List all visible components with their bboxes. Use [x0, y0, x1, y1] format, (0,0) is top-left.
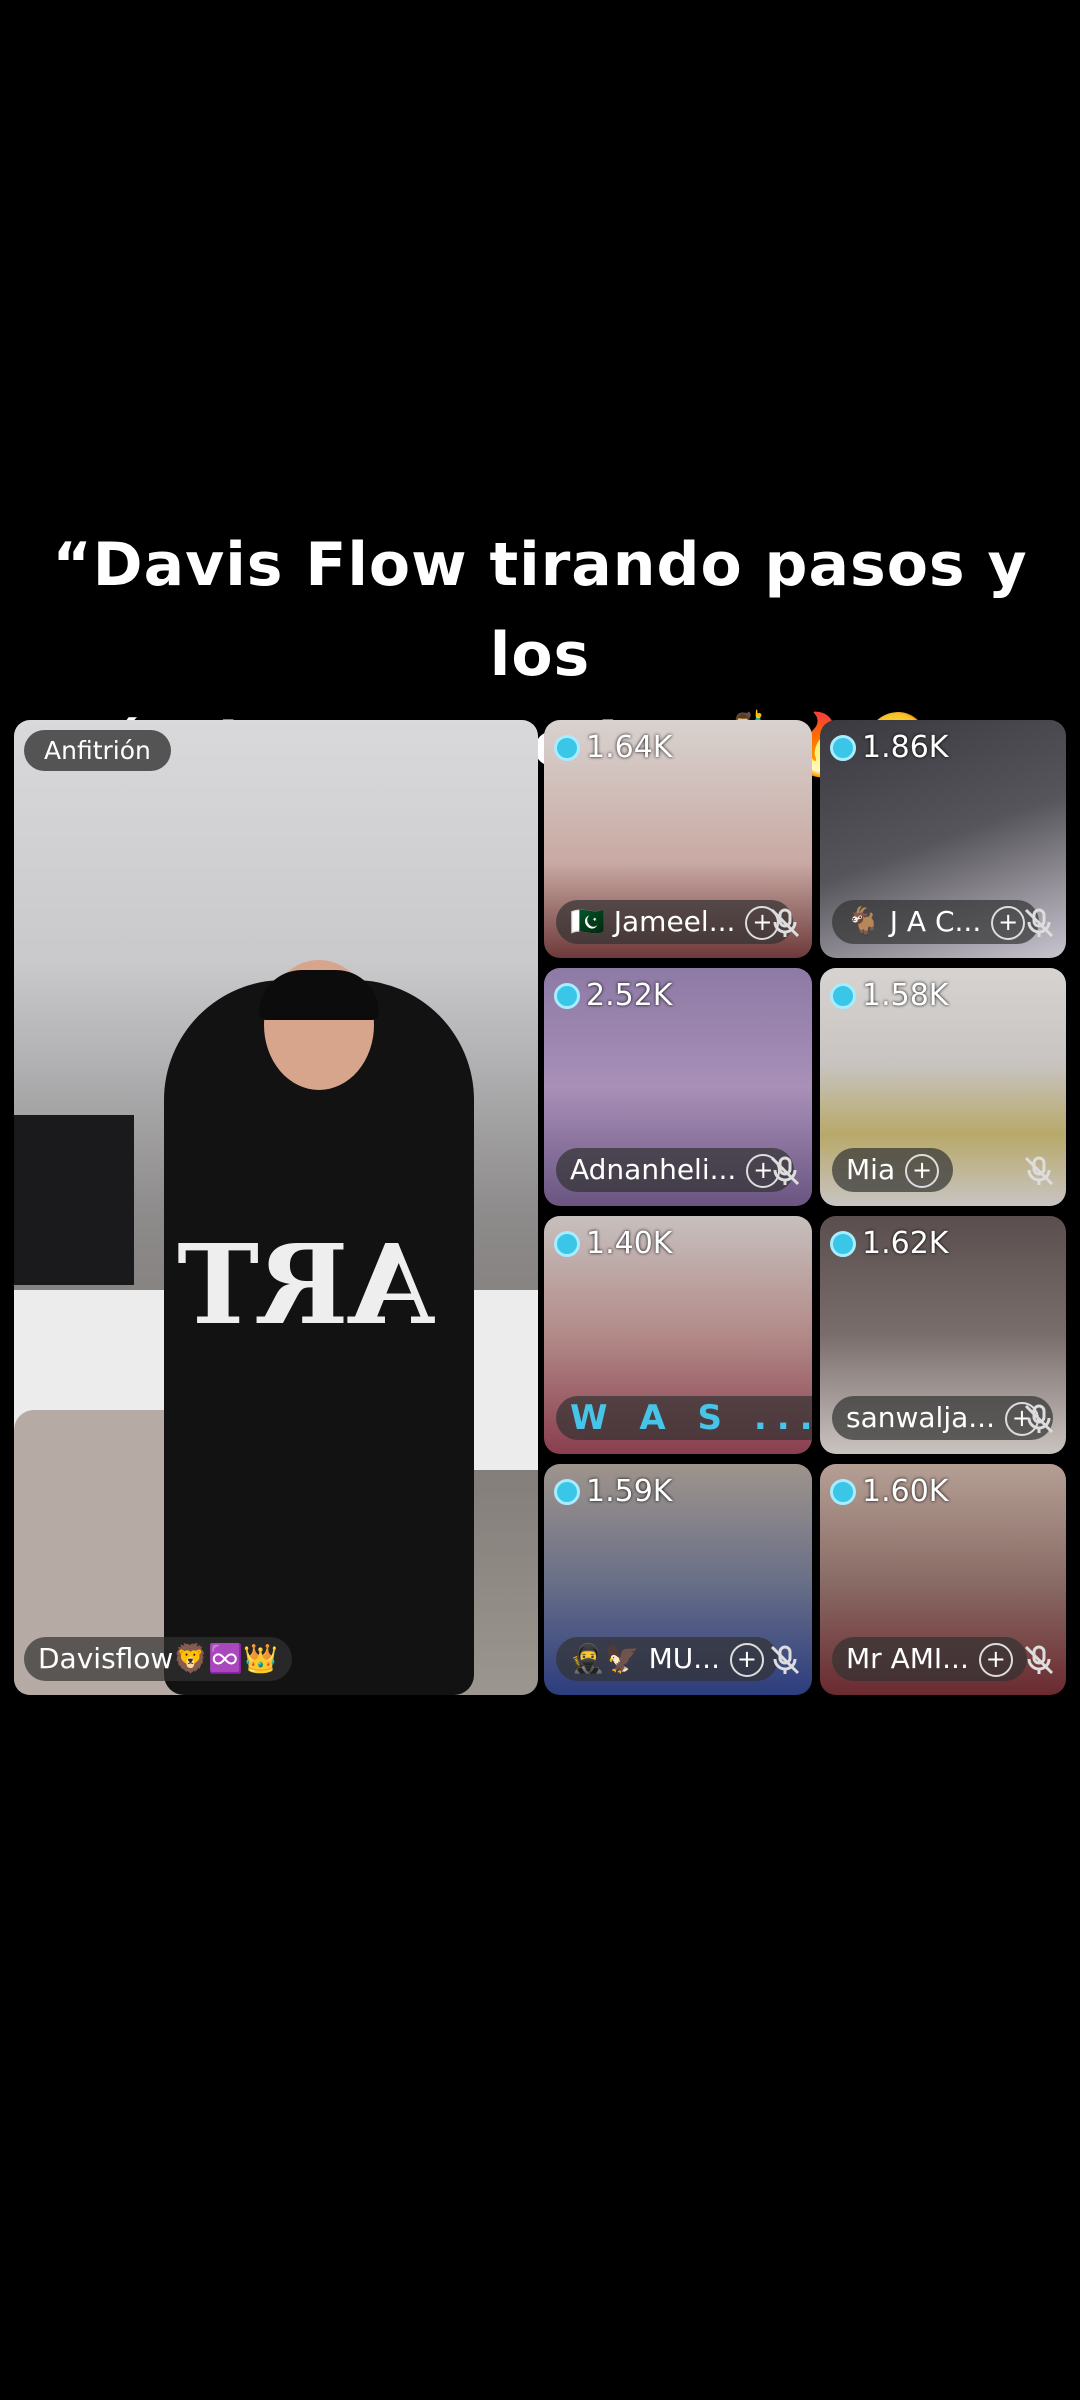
- guest-name-pill[interactable]: Mr AMI... +: [832, 1637, 1027, 1681]
- gift-count: 2.52K: [554, 978, 672, 1013]
- guest-name: 🥷🦅 MU...: [570, 1642, 720, 1675]
- hoodie-print: ART: [177, 1220, 434, 1349]
- follow-plus-icon[interactable]: +: [729, 1643, 764, 1677]
- mic-muted-icon: [1024, 908, 1054, 938]
- guest-name: 🇵🇰 Jameel...: [570, 905, 736, 938]
- gem-icon: [830, 1478, 856, 1505]
- live-multi-guest-grid: ART Anfitrión Davisflow🦁♾️👑 1.64K 🇵🇰 Jam…: [0, 720, 1080, 1695]
- guest-name-pill[interactable]: W A S ...+: [556, 1396, 812, 1440]
- mic-muted-icon: [1024, 1404, 1054, 1434]
- guest-tile[interactable]: 1.40K W A S ...+: [544, 1216, 812, 1454]
- gift-count: 1.62K: [830, 1226, 948, 1261]
- gem-icon: [830, 982, 856, 1009]
- gift-count: 1.40K: [554, 1226, 672, 1261]
- caption-line-1: “Davis Flow tirando pasos y los: [52, 530, 1028, 690]
- guest-tile[interactable]: 1.62K sanwalja... +: [820, 1216, 1066, 1454]
- guest-name: W A S ...: [570, 1398, 812, 1438]
- gem-icon: [554, 1230, 580, 1257]
- guest-name: Adnanheli...: [570, 1153, 737, 1186]
- follow-plus-icon[interactable]: +: [905, 1154, 940, 1188]
- gem-icon: [554, 734, 580, 761]
- gift-count: 1.60K: [830, 1474, 948, 1509]
- host-name: Davisflow🦁♾️👑: [38, 1642, 278, 1675]
- guest-tile[interactable]: 2.52K Adnanheli... +: [544, 968, 812, 1206]
- gem-icon: [830, 1230, 856, 1257]
- gift-count: 1.58K: [830, 978, 948, 1013]
- guest-tile[interactable]: 1.86K 🐐 J A C... +: [820, 720, 1066, 958]
- guest-tile[interactable]: 1.60K Mr AMI... +: [820, 1464, 1066, 1695]
- gift-count: 1.64K: [554, 730, 672, 765]
- mic-muted-icon: [770, 908, 800, 938]
- guest-tile[interactable]: 1.58K Mia +: [820, 968, 1066, 1206]
- mic-muted-icon: [770, 1645, 800, 1675]
- guest-name: Mia: [846, 1153, 896, 1186]
- guest-tile[interactable]: 1.64K 🇵🇰 Jameel... +: [544, 720, 812, 958]
- guest-tile[interactable]: 1.59K 🥷🦅 MU... +: [544, 1464, 812, 1695]
- mic-muted-icon: [770, 1156, 800, 1186]
- host-badge: Anfitrión: [24, 730, 171, 771]
- gift-count: 1.59K: [554, 1474, 672, 1509]
- guest-name: sanwalja...: [846, 1401, 995, 1434]
- guest-name-pill[interactable]: sanwalja... +: [832, 1396, 1053, 1440]
- guest-name-pill[interactable]: 🇵🇰 Jameel... +: [556, 900, 794, 944]
- gem-icon: [830, 734, 856, 761]
- guest-name: Mr AMI...: [846, 1642, 969, 1675]
- gem-icon: [554, 982, 580, 1009]
- mic-muted-icon: [1024, 1645, 1054, 1675]
- follow-plus-icon[interactable]: +: [978, 1643, 1013, 1677]
- host-name-pill[interactable]: Davisflow🦁♾️👑: [24, 1637, 292, 1681]
- host-cap: [259, 970, 379, 1020]
- guest-name-pill[interactable]: 🐐 J A C... +: [832, 900, 1040, 944]
- guest-name-pill[interactable]: 🥷🦅 MU... +: [556, 1637, 778, 1681]
- mic-muted-icon: [1024, 1156, 1054, 1186]
- gift-count: 1.86K: [830, 730, 948, 765]
- background-window: [14, 1115, 134, 1285]
- guest-name: 🐐 J A C...: [846, 905, 982, 938]
- follow-plus-icon[interactable]: +: [991, 906, 1026, 940]
- host-video-tile[interactable]: ART Anfitrión Davisflow🦁♾️👑: [14, 720, 538, 1695]
- guest-name-pill[interactable]: Mia +: [832, 1148, 954, 1192]
- guest-name-pill[interactable]: Adnanheli... +: [556, 1148, 795, 1192]
- gem-icon: [554, 1478, 580, 1505]
